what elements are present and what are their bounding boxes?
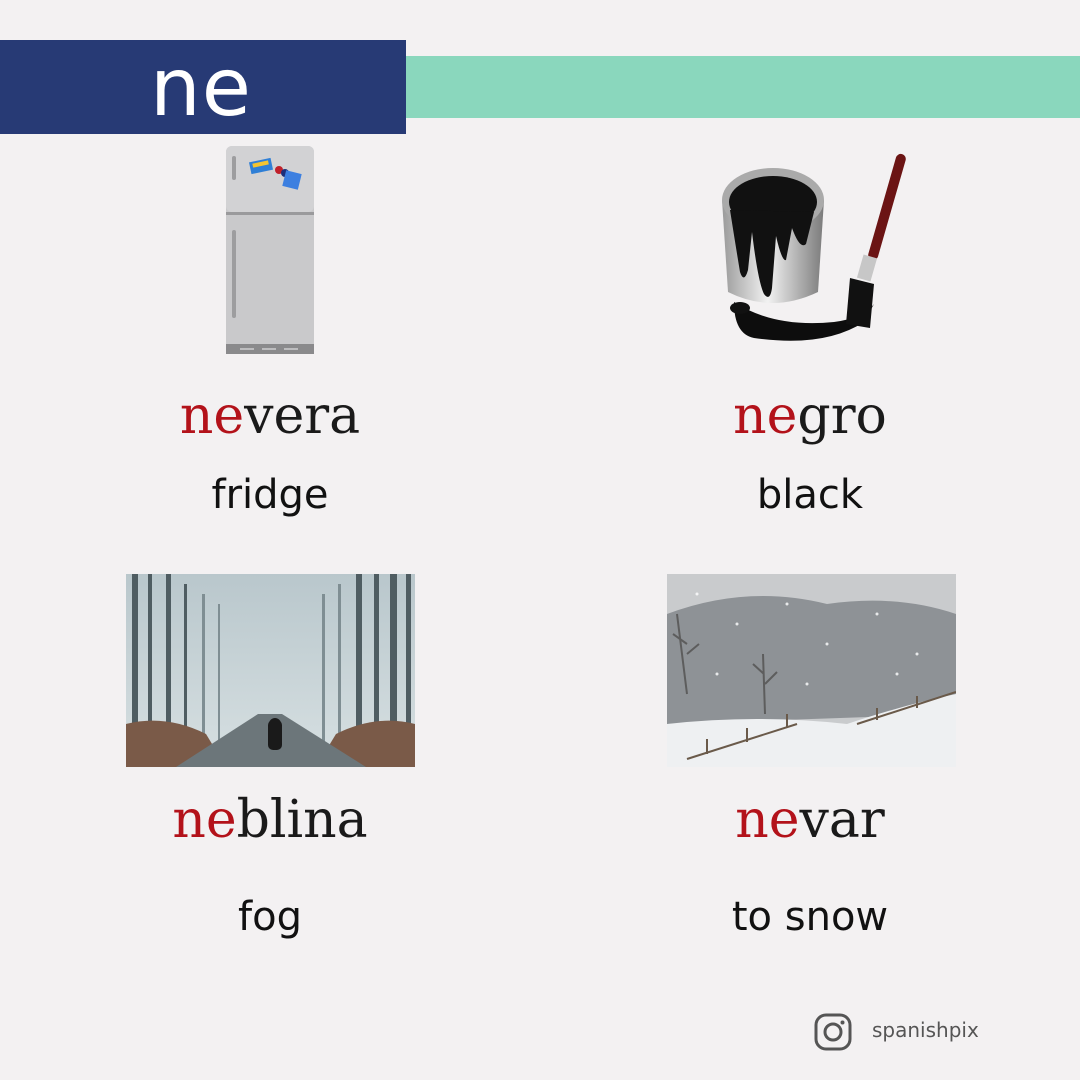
word-prefix: ne bbox=[172, 790, 237, 850]
word-prefix: ne bbox=[179, 386, 245, 446]
word-nevera: nevera bbox=[0, 386, 540, 446]
translation-to-snow: to snow bbox=[731, 894, 889, 940]
fridge-icon bbox=[222, 144, 318, 364]
translation-fog: fog bbox=[238, 894, 302, 940]
page-title: ne bbox=[150, 41, 252, 134]
word-rest: blina bbox=[236, 790, 368, 850]
word-rest: var bbox=[799, 790, 885, 850]
instagram-icon[interactable] bbox=[814, 1013, 852, 1055]
instagram-handle[interactable]: spanishpix bbox=[872, 1018, 979, 1042]
word-rest: vera bbox=[244, 386, 361, 446]
accent-band bbox=[406, 56, 1080, 118]
word-nevar: nevar bbox=[540, 790, 1080, 850]
translation-black: black bbox=[756, 472, 864, 518]
snowfall-landscape-photo bbox=[667, 574, 956, 767]
word-neblina: neblina bbox=[0, 790, 540, 850]
paint-can-brush-icon bbox=[714, 152, 914, 356]
word-prefix: ne bbox=[733, 386, 798, 446]
translation-fridge: fridge bbox=[211, 472, 329, 518]
word-prefix: ne bbox=[735, 790, 800, 850]
word-rest: gro bbox=[797, 386, 887, 446]
word-negro: negro bbox=[540, 386, 1080, 446]
foggy-forest-road-photo bbox=[126, 574, 415, 767]
